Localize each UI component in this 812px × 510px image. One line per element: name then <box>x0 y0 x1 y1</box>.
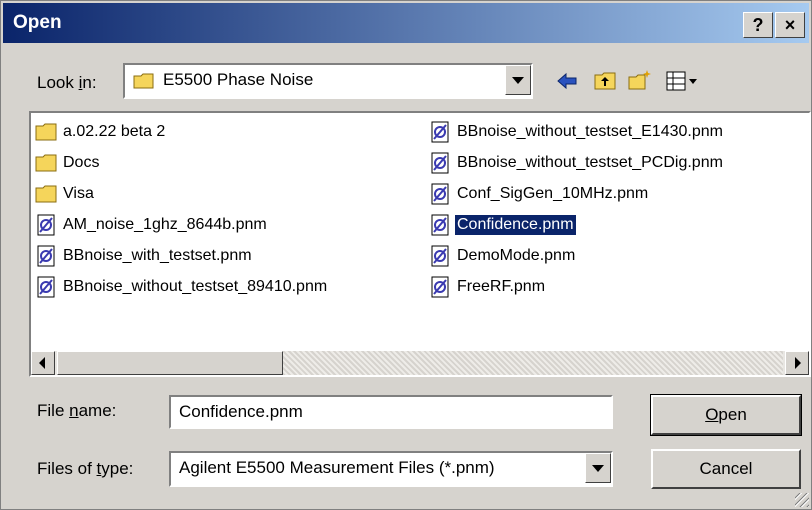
arrow-left-icon <box>39 357 45 369</box>
file-name: Confidence.pnm <box>454 214 577 236</box>
chevron-down-icon <box>512 77 524 84</box>
close-button[interactable]: × <box>775 12 805 38</box>
folder-item[interactable]: Visa <box>35 181 96 207</box>
back-arrow-icon[interactable] <box>555 69 579 93</box>
cancel-button[interactable]: Cancel <box>651 449 801 489</box>
help-button[interactable]: ? <box>743 12 773 38</box>
file-item[interactable]: DemoMode.pnm <box>429 243 577 269</box>
pnm-file-icon <box>431 276 449 298</box>
file-name: a.02.22 beta 2 <box>63 123 166 140</box>
pnm-file-icon <box>37 245 55 267</box>
file-name: Visa <box>63 185 94 202</box>
file-name: BBnoise_without_testset_PCDig.pnm <box>457 154 723 171</box>
file-item[interactable]: FreeRF.pnm <box>429 274 547 300</box>
view-menu-icon[interactable] <box>665 69 699 93</box>
pnm-file-icon <box>431 121 449 143</box>
pnm-file-icon <box>431 152 449 174</box>
scroll-thumb[interactable] <box>57 351 283 375</box>
folder-icon <box>35 185 57 203</box>
lookin-value: E5500 Phase Noise <box>163 70 314 89</box>
title-bar[interactable]: Open ? × <box>3 3 809 43</box>
folder-icon <box>35 154 57 172</box>
filetype-label: Files of type: <box>37 459 134 478</box>
pnm-file-icon <box>431 245 449 267</box>
scroll-right-button[interactable] <box>785 351 809 375</box>
file-name: DemoMode.pnm <box>457 247 576 264</box>
up-folder-icon[interactable] <box>593 69 617 93</box>
filename-value: Confidence.pnm <box>179 402 303 421</box>
resize-grip-icon[interactable] <box>795 493 809 507</box>
open-dialog: Open ? × Look in: E5500 Phase Noise a.02… <box>0 0 812 510</box>
chevron-down-icon <box>592 465 604 472</box>
file-item[interactable]: BBnoise_without_testset_E1430.pnm <box>429 119 725 145</box>
file-name: FreeRF.pnm <box>457 278 546 295</box>
file-name: BBnoise_without_testset_89410.pnm <box>63 278 328 295</box>
scroll-left-button[interactable] <box>31 351 55 375</box>
window-title: Open <box>13 12 62 33</box>
file-name: BBnoise_without_testset_E1430.pnm <box>457 123 723 140</box>
file-item[interactable]: Conf_SigGen_10MHz.pnm <box>429 181 650 207</box>
new-folder-icon[interactable] <box>627 69 651 93</box>
file-name: Docs <box>63 154 100 171</box>
file-name: BBnoise_with_testset.pnm <box>63 247 252 264</box>
file-name: AM_noise_1ghz_8644b.pnm <box>63 216 267 233</box>
file-item[interactable]: BBnoise_without_testset_89410.pnm <box>35 274 329 300</box>
folder-icon <box>35 123 57 141</box>
arrow-right-icon <box>795 357 801 369</box>
filetype-dropdown-button[interactable] <box>585 453 611 483</box>
file-item[interactable]: BBnoise_without_testset_PCDig.pnm <box>429 150 725 176</box>
filename-input[interactable]: Confidence.pnm <box>169 395 613 429</box>
lookin-combo[interactable]: E5500 Phase Noise <box>123 63 533 99</box>
lookin-dropdown-button[interactable] <box>505 65 531 95</box>
folder-item[interactable]: a.02.22 beta 2 <box>35 119 167 145</box>
pnm-file-icon <box>431 214 449 236</box>
file-list[interactable]: a.02.22 beta 2 Docs Visa AM_noise_1ghz_8644… <box>29 111 811 377</box>
scroll-track[interactable] <box>283 351 783 375</box>
file-item[interactable]: BBnoise_with_testset.pnm <box>35 243 254 269</box>
horizontal-scrollbar[interactable] <box>31 351 809 375</box>
folder-icon <box>133 73 154 89</box>
filetype-value: Agilent E5500 Measurement Files (*.pnm) <box>179 458 495 477</box>
filename-label: File name: <box>37 401 117 420</box>
pnm-file-icon <box>431 183 449 205</box>
open-button[interactable]: Open <box>650 394 802 436</box>
pnm-file-icon <box>37 276 55 298</box>
filetype-combo[interactable]: Agilent E5500 Measurement Files (*.pnm) <box>169 451 613 487</box>
file-item[interactable]: AM_noise_1ghz_8644b.pnm <box>35 212 269 238</box>
lookin-label: Look in: <box>37 73 97 92</box>
folder-item[interactable]: Docs <box>35 150 101 176</box>
file-item[interactable]: Confidence.pnm <box>429 212 577 238</box>
file-name: Conf_SigGen_10MHz.pnm <box>457 185 649 202</box>
pnm-file-icon <box>37 214 55 236</box>
